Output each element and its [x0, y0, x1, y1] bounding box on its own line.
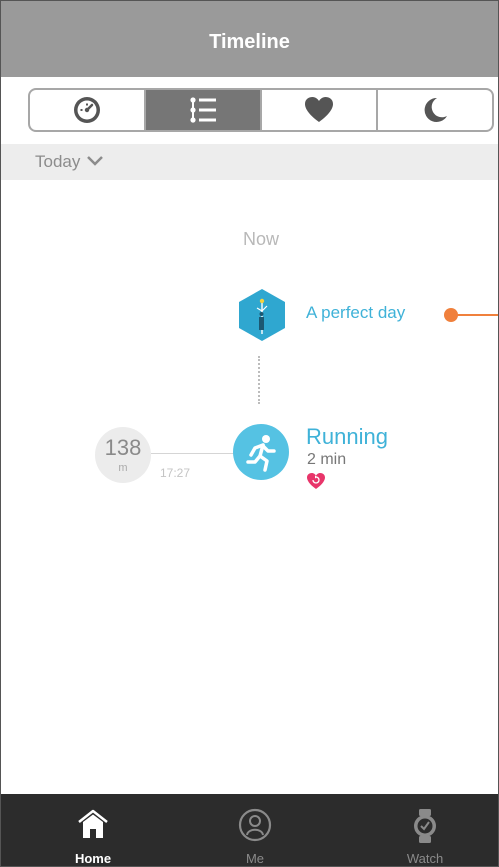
callout-pointer-dot — [444, 308, 458, 322]
profile-icon — [238, 808, 272, 842]
activity-time: 17:27 — [160, 466, 191, 480]
goal-achieved-icon[interactable] — [233, 286, 291, 344]
date-filter-bar[interactable]: Today — [1, 144, 498, 180]
time-connector-line — [151, 453, 237, 454]
distance-unit: m — [118, 462, 128, 474]
running-activity-button[interactable] — [233, 424, 289, 480]
heart-icon — [305, 97, 333, 122]
tab-watch[interactable]: Watch — [370, 794, 480, 866]
tab-sleep[interactable] — [378, 90, 492, 130]
callout-pointer-line — [451, 314, 498, 316]
page-title: Timeline — [209, 31, 290, 53]
activity-title[interactable]: Running — [306, 424, 388, 450]
speedometer-icon — [74, 97, 100, 123]
home-icon — [78, 809, 108, 838]
now-marker: Now — [242, 229, 279, 249]
app-screen: Timeline Today Now A perfect day 138 m 1… — [0, 0, 499, 867]
header-bar: Timeline — [1, 1, 498, 77]
tab-label-me: Me — [245, 851, 265, 866]
watch-icon — [414, 809, 436, 843]
heart-rate-badge-icon — [307, 473, 325, 489]
tab-home[interactable]: Home — [38, 794, 148, 866]
distance-badge: 138 m — [95, 427, 151, 483]
distance-value: 138 — [104, 435, 142, 460]
tab-me[interactable]: Me — [200, 794, 310, 866]
activity-duration: 2 min — [307, 451, 347, 468]
bottom-tab-bar: Home Me Watch — [1, 794, 498, 866]
tab-dashboard[interactable] — [30, 90, 146, 130]
tab-heart-rate[interactable] — [262, 90, 378, 130]
timeline-list-icon — [190, 97, 216, 123]
timeline-connector — [258, 356, 260, 404]
moon-icon — [424, 97, 447, 122]
tab-label-home: Home — [74, 851, 112, 866]
tab-timeline[interactable] — [146, 90, 262, 130]
date-filter-label[interactable]: Today — [35, 152, 80, 172]
running-icon — [246, 435, 276, 472]
chevron-down-icon[interactable] — [86, 155, 104, 167]
tab-label-watch: Watch — [406, 851, 444, 866]
view-segmented-control — [28, 88, 494, 132]
goal-event-title[interactable]: A perfect day — [306, 303, 405, 323]
